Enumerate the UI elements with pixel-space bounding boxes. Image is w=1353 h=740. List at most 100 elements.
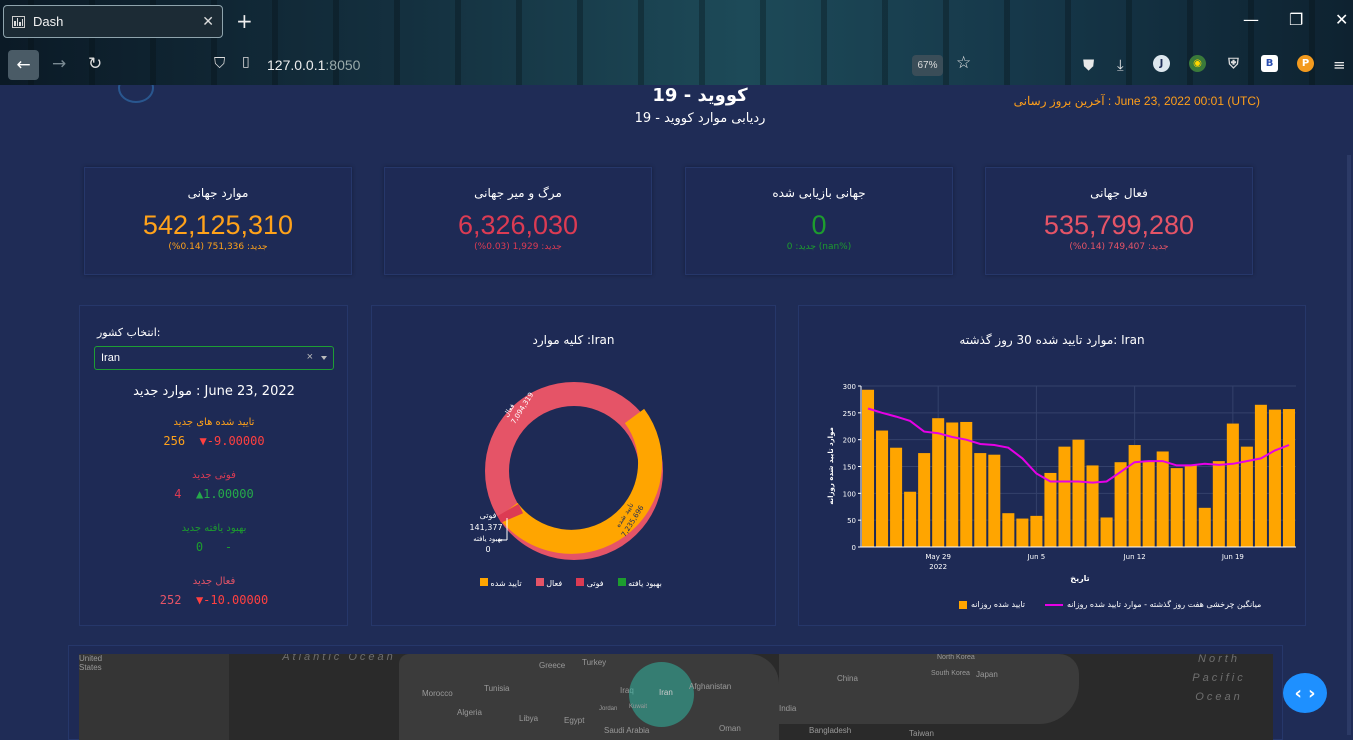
bar-chart-legend: تایید شده روزانه میانگین چرخشی هفت روز گ…	[959, 600, 1261, 609]
country-select-label: انتخاب کشور:	[97, 326, 161, 339]
donut-slice-deaths[interactable]	[497, 504, 524, 523]
bar[interactable]	[1254, 404, 1267, 547]
code-toggle-button[interactable]: ‹ ›	[1283, 673, 1327, 713]
bar[interactable]	[862, 389, 875, 547]
map-panel: Atlantic Ocean North Pacific Ocean Unite…	[68, 645, 1283, 740]
navigation-bar: ← → ↻ ⛉ ▯ 127.0.0.1:8050 67% ☆ ⛊ ⤓ J ◉ ⛨…	[0, 46, 1353, 84]
map-label: Oman	[719, 724, 741, 733]
bar[interactable]	[904, 491, 917, 547]
chevron-down-icon[interactable]	[321, 356, 327, 360]
x-tick-label: May 29	[925, 553, 951, 561]
bar[interactable]	[1198, 507, 1211, 547]
bar[interactable]	[918, 453, 931, 547]
map-label: Egypt	[564, 716, 585, 725]
card-title: جهانی بازیابی شده	[772, 186, 866, 200]
tab-title: Dash	[33, 14, 64, 29]
bar[interactable]	[988, 454, 1001, 547]
world-map[interactable]: Atlantic Ocean North Pacific Ocean Unite…	[79, 654, 1273, 740]
bar[interactable]	[1170, 468, 1183, 547]
bar[interactable]	[1016, 518, 1029, 547]
map-label: China	[837, 674, 858, 683]
x-tick-label: Jun 19	[1221, 553, 1244, 561]
close-window-icon[interactable]: ✕	[1335, 10, 1348, 29]
bar[interactable]	[1002, 513, 1015, 547]
x-tick-sublabel: 2022	[929, 563, 947, 571]
minimize-icon[interactable]: —	[1243, 10, 1259, 29]
bar[interactable]	[1226, 423, 1239, 547]
country-selected-value: Iran	[101, 352, 120, 364]
browser-tab[interactable]: Dash ✕	[3, 5, 223, 38]
stat-new-recovered: بهبود یافته جدید 0 -	[80, 523, 348, 554]
legend-swatch	[617, 578, 626, 586]
dashboard-page: کووید - 19 ردیابی موارد کووید - 19 آخرین…	[0, 85, 1353, 740]
bar[interactable]	[1156, 451, 1169, 547]
legend-item-confirmed[interactable]: تایید شده	[480, 578, 522, 588]
zoom-indicator[interactable]: 67%	[912, 55, 943, 76]
bookmark-star-icon[interactable]: ☆	[956, 53, 971, 73]
bar[interactable]	[1030, 515, 1043, 547]
map-label: India	[779, 704, 797, 713]
legend-item-recovered[interactable]: بهبود یافته	[617, 578, 662, 588]
pocket-icon[interactable]: ⛊	[1083, 56, 1094, 74]
clear-icon[interactable]: ×	[307, 351, 313, 363]
map-label: Saudi Arabia	[604, 726, 650, 735]
extension-globe-icon[interactable]: ◉	[1189, 55, 1206, 72]
legend-item-moving-average[interactable]: میانگین چرخشی هفت روز گذشته - موارد تایی…	[1045, 600, 1261, 609]
new-tab-button[interactable]: +	[236, 9, 253, 33]
bar[interactable]	[1072, 439, 1085, 547]
legend-item-deaths[interactable]: فوتی	[576, 578, 604, 588]
download-icon[interactable]: ⤓	[1117, 56, 1124, 74]
extension-p-icon[interactable]: P	[1297, 55, 1314, 72]
menu-icon[interactable]: ≡	[1333, 56, 1346, 74]
donut-legend: تایید شده فعال فوتی بهبود یافته	[480, 578, 662, 588]
tab-close-icon[interactable]: ✕	[202, 14, 214, 30]
country-dropdown[interactable]: Iran ×	[94, 346, 334, 370]
bar[interactable]	[1058, 446, 1071, 547]
map-label: Japan	[976, 670, 998, 679]
bar[interactable]	[1282, 409, 1295, 547]
shield-icon[interactable]: ⛉	[214, 54, 225, 72]
bar[interactable]	[946, 422, 959, 547]
global-deaths-card: مرگ و میر جهانی 6,326,030 جدید: 1,929 (0…	[384, 167, 652, 275]
scrollbar[interactable]	[1347, 155, 1351, 735]
bar[interactable]	[932, 418, 945, 547]
country-panel: انتخاب کشور: Iran × موارد جدید : June 23…	[79, 305, 348, 626]
bar[interactable]	[1268, 409, 1281, 547]
legend-item-active[interactable]: فعال	[535, 578, 562, 588]
reload-button[interactable]: ↻	[88, 54, 102, 74]
bar[interactable]	[974, 453, 987, 547]
extension-j-icon[interactable]: J	[1153, 55, 1170, 72]
maximize-icon[interactable]: ❐	[1289, 10, 1303, 29]
stat-delta: ▲1.00000	[195, 487, 254, 501]
bar[interactable]	[1142, 461, 1155, 547]
legend-item-daily[interactable]: تایید شده روزانه	[959, 600, 1025, 609]
bar[interactable]	[876, 430, 889, 547]
bar[interactable]	[1044, 472, 1057, 547]
map-label: United States	[79, 654, 103, 672]
y-tick-label: 0	[852, 544, 856, 552]
forward-button[interactable]: →	[52, 54, 66, 74]
stat-value: 4	[174, 487, 182, 501]
bar[interactable]	[890, 447, 903, 547]
extension-shield-icon[interactable]: ⛨	[1225, 55, 1242, 72]
global-cases-card: موارد جهانی 542,125,310 جدید: 751,336 (0…	[84, 167, 352, 275]
bar-chart-panel: موارد تایید شده 30 روز گذشته: Iran 0 50 10…	[798, 305, 1306, 626]
legend-swatch	[576, 578, 585, 586]
back-button[interactable]: ←	[8, 50, 39, 80]
bar[interactable]	[1212, 461, 1225, 547]
url-bar[interactable]: 127.0.0.1:8050	[267, 57, 360, 73]
card-sub: جدید: 751,336 (0.14%)	[168, 242, 268, 252]
card-value: 6,326,030	[457, 210, 579, 240]
bar[interactable]	[1086, 465, 1099, 547]
stat-label: تایید شده های جدید	[173, 417, 255, 428]
ocean-label-atlantic: Atlantic Ocean	[282, 654, 396, 663]
donut-label-recovered-value: 0	[485, 545, 490, 554]
bar[interactable]	[1128, 445, 1141, 547]
stat-delta: ▼-9.00000	[199, 434, 265, 448]
y-tick-label: 100	[843, 490, 856, 498]
map-label: Morocco	[422, 689, 453, 698]
extension-b-icon[interactable]: B	[1261, 55, 1278, 72]
x-tick-label: Jun 12	[1123, 553, 1146, 561]
bar[interactable]	[1100, 517, 1113, 547]
bar[interactable]	[1184, 465, 1197, 547]
